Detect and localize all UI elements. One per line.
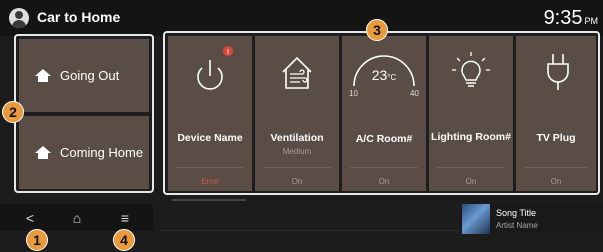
divider (176, 167, 244, 168)
tv-plug-label: TV Plug (536, 132, 576, 144)
album-art-icon (462, 204, 490, 234)
ac-temperature-value: 23 (371, 67, 388, 83)
ac-temperature-unit: °C (387, 73, 397, 82)
ac-status: On (378, 177, 390, 186)
device-card-ventilation[interactable]: Ventilation Medium On (255, 36, 339, 191)
device-card-lighting-room[interactable]: Lighting Room# On (429, 36, 513, 191)
navigation-bar: < ⌂ ≡ (0, 204, 153, 231)
lighting-room-label: Lighting Room# (431, 131, 511, 143)
power-icon: ! (197, 46, 233, 90)
artist-name: Artist Name (496, 221, 538, 230)
going-out-button[interactable]: Going Out (19, 39, 149, 112)
house-coming-home-icon (35, 145, 53, 160)
marker-3: 3 (366, 19, 388, 41)
lightbulb-icon (452, 52, 490, 87)
page-title: Car to Home (37, 9, 121, 25)
device-panel: ! Device Name Error Ventilation Medium O… (163, 31, 600, 195)
marker-2: 2 (2, 101, 24, 123)
ventilation-level: Medium (282, 147, 312, 156)
device-card-tv-plug[interactable]: TV Plug On (516, 36, 596, 191)
coming-home-button[interactable]: Coming Home (19, 116, 149, 189)
svg-text:!: ! (227, 49, 229, 56)
coming-home-label: Coming Home (60, 145, 144, 160)
ac-temperature: 23°C (342, 67, 426, 83)
marker-4: 4 (113, 229, 135, 251)
home-icon[interactable]: ⌂ (52, 204, 102, 231)
divider (524, 167, 588, 168)
ventilation-label: Ventilation (270, 132, 324, 144)
ac-max-value: 40 (410, 89, 419, 98)
profile-avatar-icon[interactable] (9, 8, 29, 28)
plug-icon (547, 54, 569, 90)
mode-panel: Going Out Coming Home (14, 34, 154, 193)
lighting-status: On (465, 177, 477, 186)
ventilation-status: On (291, 177, 303, 186)
device-status-error: Error (201, 177, 219, 186)
device-name-label: Device Name (177, 132, 243, 144)
clock-time: 9:35 (543, 7, 583, 29)
scroll-indicator (172, 199, 246, 201)
marker-1: 1 (26, 229, 48, 251)
clock-ampm: PM (584, 16, 599, 26)
ac-room-label: A/C Room# (355, 133, 413, 145)
divider (437, 167, 505, 168)
divider (263, 167, 331, 168)
menu-icon[interactable]: ≡ (100, 204, 150, 231)
tv-plug-status: On (550, 177, 562, 186)
clock: 9:35 PM (544, 7, 598, 30)
house-going-out-icon (35, 68, 53, 83)
back-icon[interactable]: < (5, 204, 55, 231)
device-card-device-name[interactable]: ! Device Name Error (168, 36, 252, 191)
song-title: Song Title (496, 208, 537, 218)
ac-min-value: 10 (349, 89, 358, 98)
device-card-ac-room[interactable]: 23°C 10 40 A/C Room# On (342, 36, 426, 191)
media-widget[interactable]: Song Title Artist Name (460, 204, 603, 234)
ventilation-icon (282, 56, 312, 89)
going-out-label: Going Out (60, 68, 120, 83)
divider (350, 167, 418, 168)
